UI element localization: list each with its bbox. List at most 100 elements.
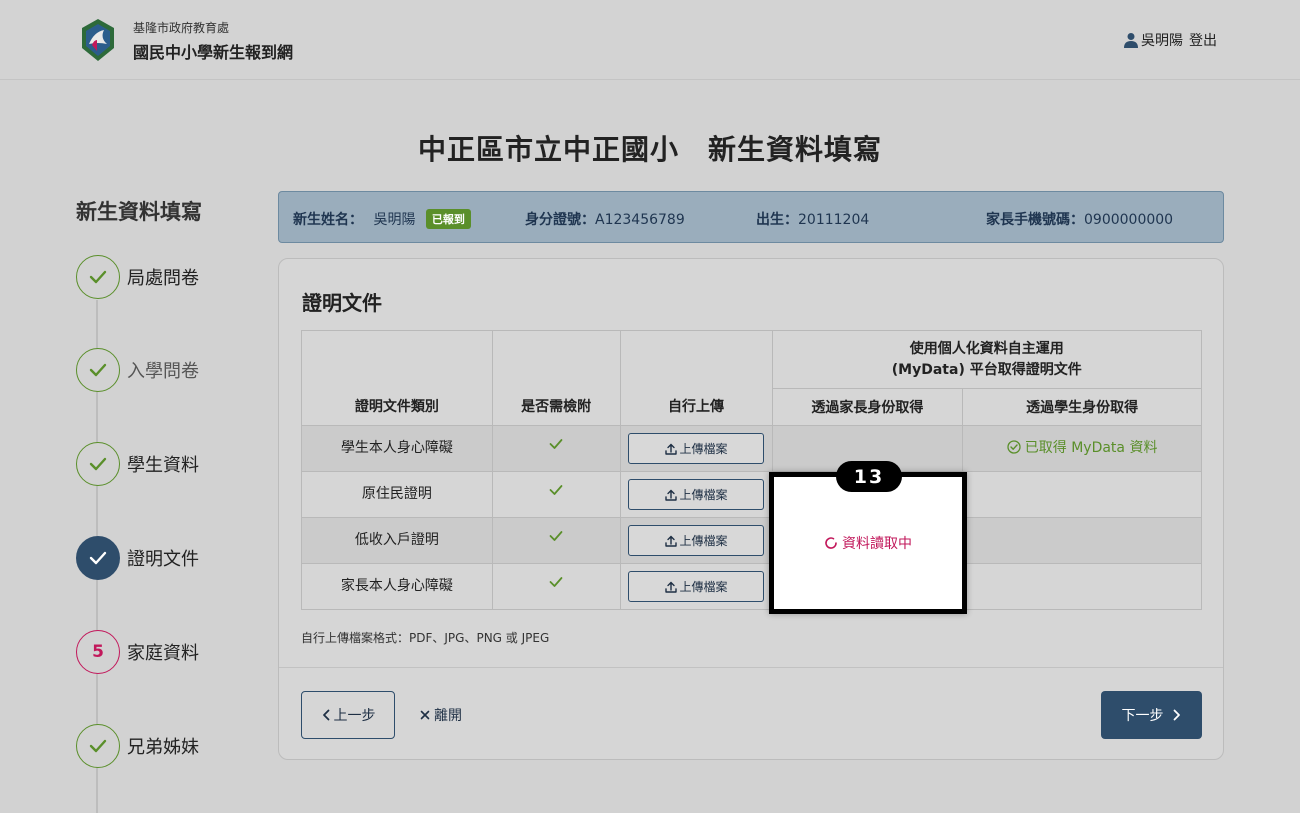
doc-type-cell: 低收入戶證明 — [301, 517, 493, 564]
next-step-button[interactable]: 下一步 — [1101, 691, 1202, 739]
loading-indicator: 資料讀取中 — [824, 533, 912, 553]
upload-label: 上傳檔案 — [679, 442, 728, 456]
upload-file-button[interactable]: 上傳檔案 — [628, 571, 765, 602]
step-label: 證明文件 — [127, 549, 199, 570]
upload-cell: 上傳檔案 — [619, 425, 773, 472]
user-icon — [1124, 33, 1138, 48]
via-student-cell: 已取得 MyData 資料 — [962, 425, 1202, 472]
parent-phone-field: 家長手機號碼：0900000000 — [986, 209, 1173, 229]
upload-file-button[interactable]: 上傳檔案 — [628, 479, 765, 510]
user-menu: 吳明陽 登出 — [1124, 30, 1217, 50]
previous-step-label: 上一步 — [333, 708, 376, 724]
upload-icon — [664, 535, 677, 547]
card-title: 證明文件 — [302, 291, 382, 315]
birth-field: 出生：20111204 — [756, 209, 869, 229]
step-item-family-data[interactable]: 5 家庭資料 — [76, 630, 276, 674]
upload-file-button[interactable]: 上傳檔案 — [628, 525, 765, 556]
chevron-left-icon — [322, 709, 329, 721]
sidebar-title: 新生資料填寫 — [76, 200, 202, 224]
upload-label: 上傳檔案 — [679, 534, 728, 548]
step-label: 入學問卷 — [127, 361, 199, 382]
step-item-district-survey[interactable]: 局處問卷 — [76, 255, 276, 299]
status-badge: 已報到 — [425, 209, 471, 229]
step-item-documents[interactable]: 證明文件 — [76, 536, 276, 580]
upload-cell: 上傳檔案 — [619, 471, 773, 518]
field-key: 家長手機號碼： — [986, 212, 1084, 228]
page-title: 中正區市立中正國小 新生資料填寫 — [417, 133, 882, 166]
step-label: 兄弟姊妹 — [127, 737, 199, 758]
check-icon — [89, 739, 107, 753]
student-name: 吳明陽 — [373, 212, 416, 228]
id-number: A123456789 — [595, 212, 685, 228]
upload-cell: 上傳檔案 — [619, 563, 773, 610]
check-circle-icon — [1007, 440, 1021, 454]
table-row: 低收入戶證明 上傳檔案 — [301, 517, 1202, 564]
via-student-cell — [962, 563, 1202, 610]
mydata-obtained-status: 已取得 MyData 資料 — [1007, 437, 1158, 457]
check-icon — [549, 485, 563, 495]
field-key: 身分證號： — [525, 212, 595, 228]
header-doc-type: 證明文件類別 — [301, 330, 493, 426]
student-info-bar: 新生姓名： 吳明陽 已報到 身分證號：A123456789 出生：2011120… — [278, 191, 1224, 243]
upload-icon — [664, 443, 677, 455]
loading-spinner-icon — [825, 537, 837, 549]
doc-type-cell: 原住民證明 — [301, 471, 493, 518]
site-name: 國民中小學新生報到網 — [133, 43, 294, 62]
mydata-loading-panel: 資料讀取中 — [769, 472, 967, 614]
agency-name: 基隆市政府教育處 — [133, 21, 230, 35]
required-cell — [491, 563, 621, 610]
upload-format-note: 自行上傳檔案格式：PDF、JPG、PNG 或 JPEG — [301, 631, 550, 645]
step-current-badge — [76, 536, 120, 580]
table-row: 原住民證明 上傳檔案 — [301, 471, 1202, 518]
next-step-label: 下一步 — [1121, 708, 1164, 724]
step-item-siblings[interactable]: 兄弟姊妹 — [76, 724, 276, 768]
mydata-status-text: 已取得 MyData 資料 — [1024, 440, 1158, 456]
table-row: 學生本人身心障礙 上傳檔案 已取得 MyData 資料 — [301, 425, 1202, 472]
required-cell — [491, 517, 621, 564]
doc-type-cell: 家長本人身心障礙 — [301, 563, 493, 610]
field-key: 新生姓名： — [293, 212, 363, 228]
doc-type-cell: 學生本人身心障礙 — [301, 425, 493, 472]
via-student-cell — [962, 471, 1202, 518]
required-cell — [491, 471, 621, 518]
check-icon — [89, 457, 107, 471]
step-label: 家庭資料 — [127, 643, 199, 664]
documents-table: 證明文件類別 是否需檢附 自行上傳 使用個人化資料自主運用 (MyData) 平… — [301, 330, 1202, 610]
leave-button[interactable]: 離開 — [420, 705, 462, 725]
step-label: 學生資料 — [127, 455, 199, 476]
header-via-parent: 透過家長身份取得 — [771, 388, 964, 426]
header-self-upload: 自行上傳 — [619, 330, 773, 426]
header-mydata-line1: 使用個人化資料自主運用 — [909, 340, 1064, 357]
via-student-cell — [962, 517, 1202, 564]
step-label: 局處問卷 — [127, 268, 199, 289]
step-number-badge: 5 — [76, 630, 120, 674]
divider — [279, 667, 1223, 668]
keelung-logo-icon — [82, 19, 114, 61]
required-cell — [491, 425, 621, 472]
upload-label: 上傳檔案 — [679, 580, 728, 594]
upload-file-button[interactable]: 上傳檔案 — [628, 433, 765, 464]
check-icon — [89, 363, 107, 377]
check-icon — [549, 439, 563, 449]
step-done-badge — [76, 442, 120, 486]
table-row: 家長本人身心障礙 上傳檔案 — [301, 563, 1202, 610]
step-item-student-data[interactable]: 學生資料 — [76, 442, 276, 486]
user-name: 吳明陽 — [1141, 33, 1183, 49]
step-done-badge — [76, 255, 120, 299]
check-icon — [549, 577, 563, 587]
upload-icon — [664, 581, 677, 593]
previous-step-button[interactable]: 上一步 — [301, 691, 395, 739]
step-done-badge — [76, 348, 120, 392]
upload-label: 上傳檔案 — [679, 488, 728, 502]
logout-link[interactable]: 登出 — [1189, 30, 1217, 50]
upload-cell: 上傳檔案 — [619, 517, 773, 564]
loading-text: 資料讀取中 — [842, 536, 912, 552]
step-done-badge — [76, 724, 120, 768]
parent-phone: 0900000000 — [1084, 212, 1174, 228]
chevron-right-icon — [1173, 709, 1180, 721]
birth-date: 20111204 — [798, 212, 870, 228]
step-item-enrollment-survey[interactable]: 入學問卷 — [76, 348, 276, 392]
id-number-field: 身分證號：A123456789 — [525, 209, 685, 229]
step-marker-badge: 13 — [836, 461, 902, 492]
header-mydata-group: 使用個人化資料自主運用 (MyData) 平台取得證明文件 — [771, 330, 1202, 389]
